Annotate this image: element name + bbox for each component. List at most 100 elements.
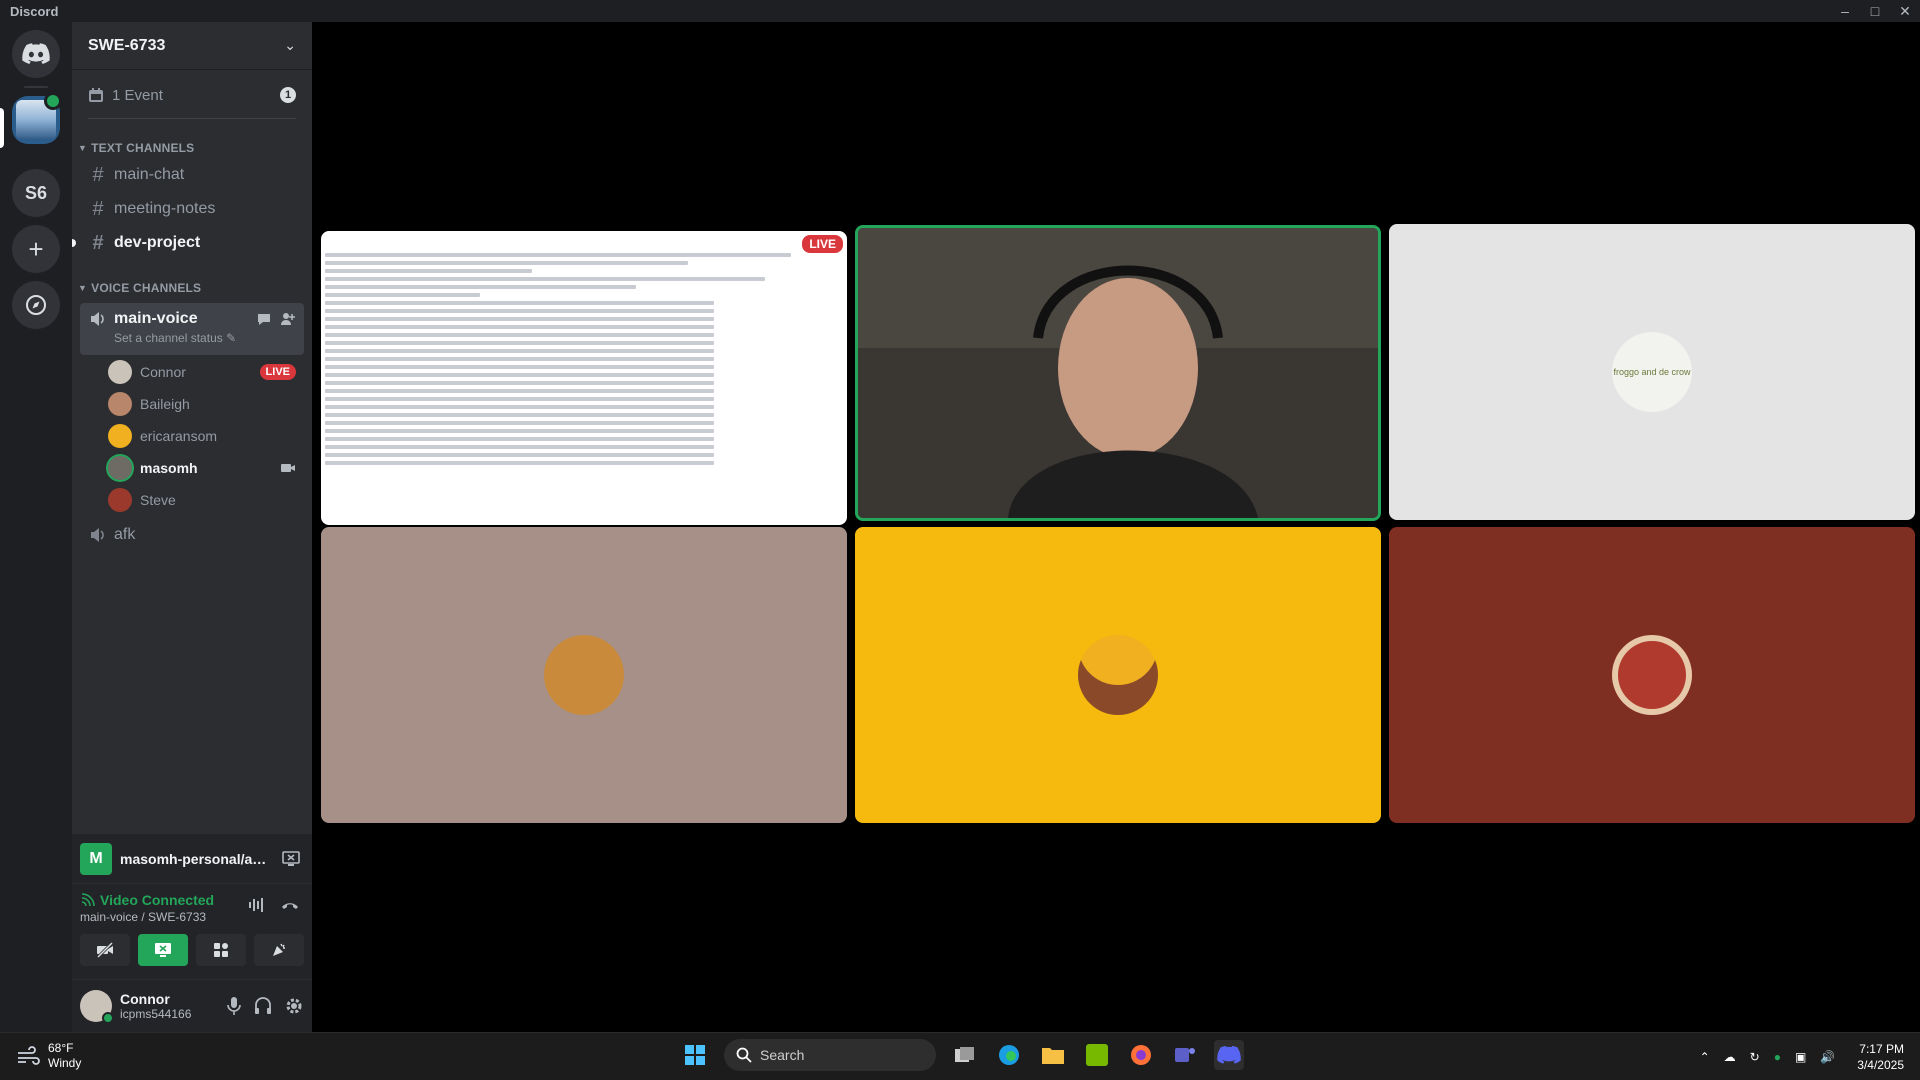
sync-icon[interactable]: ↻ (1750, 1050, 1760, 1064)
voice-channel-afk[interactable]: afk (80, 519, 304, 551)
hash-icon: # (92, 197, 104, 220)
screen-share-button[interactable] (138, 934, 188, 966)
camera-off-button[interactable] (80, 934, 130, 966)
windows-taskbar: 68°F Windy Search ⌃ ☁ ↻ ● ▣ 🔊 7:17 PM 3/… (0, 1032, 1920, 1080)
chevron-down-icon: ⌄ (284, 37, 296, 53)
channel-label: meeting-notes (114, 200, 216, 217)
channel-status-label: Set a channel status (114, 331, 223, 345)
avatar-caption: froggo and de crow (1613, 367, 1691, 377)
minimize-icon[interactable]: – (1830, 0, 1860, 22)
search-placeholder: Search (760, 1047, 805, 1063)
voice-member-masomh[interactable]: masomh (108, 453, 304, 483)
stream-tile-connor[interactable]: LIVE (321, 231, 847, 525)
events-button[interactable]: 1 Event 1 (80, 78, 304, 112)
activities-button[interactable] (196, 934, 246, 966)
window-controls: – □ ✕ (1830, 0, 1920, 22)
chevron-up-icon[interactable]: ⌃ (1700, 1050, 1710, 1064)
headphones-icon[interactable] (254, 996, 272, 1016)
video-tile-masomh[interactable] (855, 225, 1381, 521)
user-avatar[interactable] (80, 990, 114, 1024)
video-tile-ericaransom-2[interactable] (855, 527, 1381, 823)
folder-icon (1042, 1048, 1064, 1064)
taskbar-apps: Search (680, 1039, 1244, 1071)
nvidia-button[interactable] (1082, 1040, 1112, 1070)
taskbar-search[interactable]: Search (724, 1039, 936, 1071)
volume-icon[interactable]: 🔊 (1820, 1050, 1835, 1064)
clock[interactable]: 7:17 PM 3/4/2025 (1857, 1041, 1904, 1073)
hash-icon: # (92, 231, 104, 254)
video-camera-icon (281, 464, 295, 472)
explore-servers-button[interactable] (12, 281, 60, 329)
member-name: ericaransom (140, 428, 218, 444)
guild-s6[interactable]: S6 (12, 169, 60, 217)
onedrive-icon[interactable]: ☁ (1724, 1050, 1736, 1064)
video-tile-steve[interactable] (1389, 527, 1915, 823)
noise-suppression-icon[interactable] (248, 896, 266, 914)
guild-voice-badge (44, 92, 62, 110)
system-tray: ⌃ ☁ ↻ ● ▣ 🔊 7:17 PM 3/4/2025 (1700, 1041, 1904, 1073)
network-icon[interactable]: ▣ (1795, 1050, 1806, 1064)
channel-label: afk (114, 526, 136, 543)
gear-icon[interactable] (284, 996, 304, 1016)
edge-button[interactable] (994, 1040, 1024, 1070)
sidebar-divider (88, 118, 296, 119)
voice-member-connor[interactable]: Connor LIVE (108, 357, 304, 387)
clock-date: 3/4/2025 (1857, 1058, 1904, 1072)
disconnect-icon[interactable] (280, 896, 300, 914)
avatar: froggo and de crow (1612, 332, 1692, 412)
signal-icon (81, 893, 95, 907)
weather-widget[interactable]: 68°F Windy (16, 1041, 81, 1071)
screen-share-icon (155, 943, 171, 957)
channel-meeting-notes[interactable]: # meeting-notes (80, 193, 304, 225)
guild-separator (24, 86, 48, 88)
text-channels-category[interactable]: ▼ TEXT CHANNELS (72, 139, 312, 157)
bottom-panels: M masomh-personal/adv... Video Connected… (72, 834, 312, 1032)
maximize-icon[interactable]: □ (1860, 0, 1890, 22)
camera-off-icon (96, 942, 114, 958)
channel-main-chat[interactable]: # main-chat (80, 159, 304, 191)
channel-label: main-chat (114, 166, 185, 183)
stop-stream-icon[interactable] (282, 850, 300, 867)
user-info[interactable]: Connor icpms544166 (120, 991, 191, 1021)
calendar-icon (89, 88, 103, 102)
channel-dev-project[interactable]: # dev-project (72, 227, 304, 259)
channel-status-input[interactable]: Set a channel status ✎ (114, 331, 296, 345)
add-member-icon[interactable] (280, 311, 296, 327)
avatar (1078, 635, 1158, 715)
webcam-feed (858, 228, 1378, 518)
home-button[interactable] (12, 30, 60, 78)
voice-channels-category[interactable]: ▼ VOICE CHANNELS (72, 279, 312, 297)
active-guild-indicator (0, 108, 4, 148)
user-name: Connor (120, 991, 170, 1007)
soundboard-button[interactable] (254, 934, 304, 966)
teams-button[interactable] (1170, 1040, 1200, 1070)
member-name: Steve (140, 492, 176, 508)
search-icon (736, 1047, 752, 1063)
activities-icon (214, 943, 228, 957)
firefox-button[interactable] (1126, 1040, 1156, 1070)
discord-icon (1217, 1045, 1241, 1064)
chat-bubble-icon[interactable] (256, 311, 272, 327)
stream-panel[interactable]: M masomh-personal/adv... (72, 834, 312, 884)
discord-taskbar-button[interactable] (1214, 1040, 1244, 1070)
video-tile-baileigh[interactable] (321, 527, 847, 823)
start-button[interactable] (680, 1040, 710, 1070)
task-view-button[interactable] (950, 1040, 980, 1070)
file-explorer-button[interactable] (1038, 1040, 1068, 1070)
caret-down-icon: ▼ (78, 283, 88, 293)
close-icon[interactable]: ✕ (1890, 0, 1920, 22)
microphone-icon[interactable] (226, 996, 242, 1016)
avatar (108, 488, 132, 512)
unread-indicator (72, 239, 76, 247)
video-tile-ericaransom[interactable]: froggo and de crow (1389, 224, 1915, 520)
voice-member-baileigh[interactable]: Baileigh (108, 389, 304, 419)
plus-icon: + (28, 233, 44, 264)
server-header[interactable]: SWE-6733 ⌄ (72, 22, 312, 70)
voice-channel-main-voice[interactable]: main-voice Set a channel status ✎ (80, 303, 304, 355)
voice-member-steve[interactable]: Steve (108, 485, 304, 515)
add-server-button[interactable]: + (12, 225, 60, 273)
member-name: Baileigh (140, 396, 190, 412)
microphone-tray-icon[interactable]: ● (1774, 1050, 1781, 1064)
voice-member-ericaransom[interactable]: ericaransom (108, 421, 304, 451)
stream-app-icon: M (80, 842, 112, 875)
